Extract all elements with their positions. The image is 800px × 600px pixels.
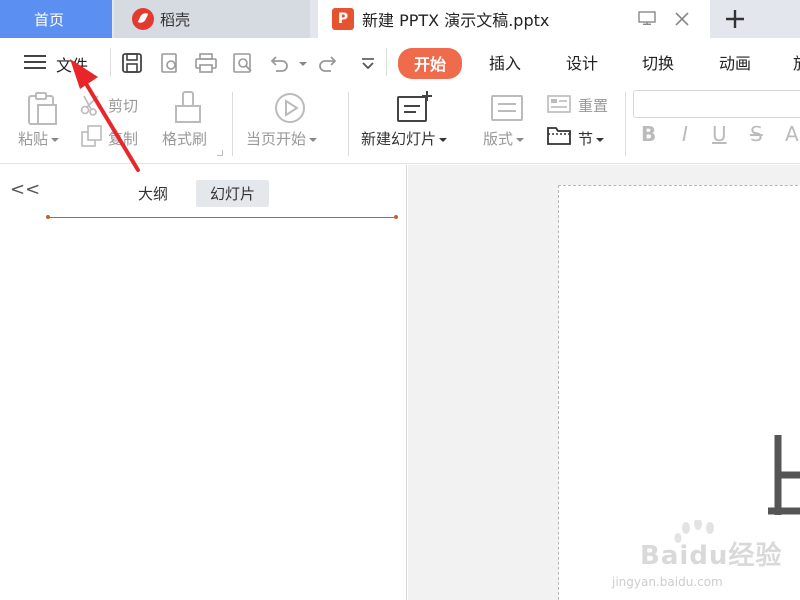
divider: [110, 48, 111, 76]
tab-home-label: 首页: [33, 10, 64, 29]
slide-navigation-pane: << 大纲 幻灯片: [0, 165, 407, 600]
tab-start[interactable]: 开始: [398, 48, 463, 79]
file-menu[interactable]: 文件: [56, 52, 88, 76]
divider: [232, 92, 233, 156]
bold-button[interactable]: B: [641, 122, 656, 146]
cut-label[interactable]: 剪切: [108, 95, 138, 116]
tab-daoke-label: 稻壳: [160, 10, 191, 29]
from-current-label[interactable]: 当页开始: [246, 128, 318, 149]
layout-label[interactable]: 版式: [483, 128, 525, 149]
tab-animation[interactable]: 动画: [719, 50, 751, 74]
strikethrough-button[interactable]: S: [750, 122, 763, 146]
divider: [625, 92, 626, 156]
section-label[interactable]: 节: [578, 128, 605, 149]
divider: [386, 48, 387, 76]
save-icon[interactable]: [120, 51, 144, 75]
watermark-text: Baidu经验: [640, 541, 783, 571]
tab-transition[interactable]: 切换: [642, 50, 674, 74]
layout-icon[interactable]: [490, 94, 524, 122]
reset-icon[interactable]: [546, 94, 572, 114]
paste-label[interactable]: 粘贴: [18, 128, 60, 149]
export-icon[interactable]: [158, 51, 182, 75]
more-icon[interactable]: [356, 51, 380, 75]
watermark-url: jingyan.baidu.com: [612, 575, 723, 589]
plus-icon[interactable]: [722, 6, 748, 32]
cut-icon[interactable]: [80, 94, 102, 116]
tab-design[interactable]: 设计: [566, 50, 598, 74]
underline-button[interactable]: U: [712, 122, 727, 146]
font-name-input[interactable]: [633, 90, 800, 118]
clipboard-expand-icon[interactable]: [217, 150, 223, 156]
divider: [348, 92, 349, 156]
slide-title-glyph: [768, 435, 800, 515]
play-icon[interactable]: [273, 91, 307, 125]
undo-icon[interactable]: [267, 51, 291, 75]
collapse-pane-button[interactable]: <<: [10, 179, 40, 200]
menu-row: 文件 开始 插入 设计 切换 动画 放: [0, 38, 800, 86]
insertion-marker: [46, 215, 398, 219]
monitor-icon[interactable]: [638, 11, 656, 25]
font-color-button[interactable]: A: [785, 122, 799, 146]
tab-daoke[interactable]: 稻壳: [114, 0, 310, 38]
new-slide-label[interactable]: 新建幻灯片: [361, 128, 448, 149]
tab-outline[interactable]: 大纲: [124, 180, 182, 207]
tab-bar: 首页 稻壳 P 新建 PPTX 演示文稿.pptx: [0, 0, 800, 38]
pptx-file-icon: P: [332, 8, 354, 30]
daoke-logo-icon: [132, 8, 154, 30]
copy-icon[interactable]: [80, 124, 104, 148]
copy-label[interactable]: 复制: [108, 128, 138, 149]
reset-label[interactable]: 重置: [578, 95, 608, 116]
tab-slideshow[interactable]: 放: [793, 50, 800, 74]
paste-icon[interactable]: [24, 90, 60, 126]
format-painter-label[interactable]: 格式刷: [162, 128, 207, 149]
tab-document[interactable]: P 新建 PPTX 演示文稿.pptx: [318, 0, 710, 38]
format-painter-icon[interactable]: [172, 90, 204, 124]
new-slide-icon[interactable]: [396, 89, 434, 125]
tab-slides[interactable]: 幻灯片: [196, 180, 270, 207]
italic-button[interactable]: I: [682, 122, 688, 146]
close-icon[interactable]: [673, 10, 691, 28]
section-icon[interactable]: [546, 124, 572, 146]
tab-insert[interactable]: 插入: [489, 50, 521, 74]
redo-icon[interactable]: [316, 51, 340, 75]
preview-icon[interactable]: [231, 51, 255, 75]
ribbon: 粘贴 剪切 复制 格式刷 当页开始 新建幻灯片 版式 重置 节 B I U S …: [0, 86, 800, 164]
tab-home[interactable]: 首页: [0, 0, 112, 38]
undo-dropdown-icon[interactable]: [299, 62, 307, 66]
tab-document-title: 新建 PPTX 演示文稿.pptx: [362, 11, 550, 30]
hamburger-icon[interactable]: [24, 55, 46, 69]
print-icon[interactable]: [194, 51, 218, 75]
